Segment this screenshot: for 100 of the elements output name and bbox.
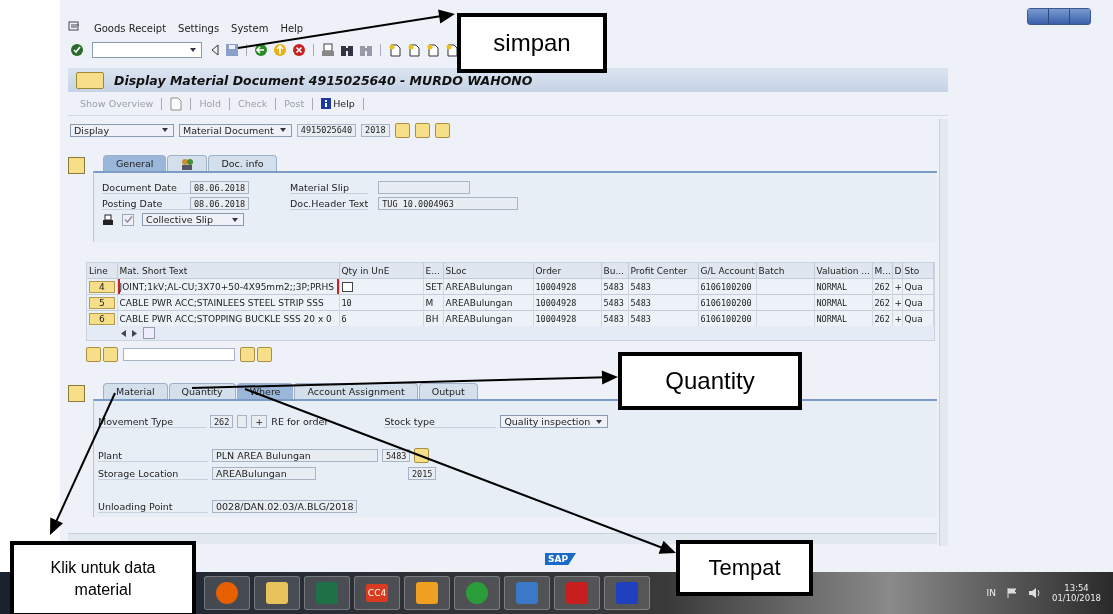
clock-date[interactable]: 01/10/2018 (1052, 593, 1101, 603)
table-cell: AREABulungan (445, 297, 513, 308)
popup-icon[interactable] (341, 281, 353, 292)
taskbar-app-button[interactable] (204, 576, 250, 610)
taskbar-app-button[interactable] (404, 576, 450, 610)
action-dropdown[interactable]: Display (70, 123, 174, 137)
column-header[interactable]: Profit Center (628, 263, 698, 279)
tab[interactable]: Output (418, 383, 478, 399)
speaker-icon[interactable] (1028, 587, 1042, 599)
movement-type-field[interactable]: 262 (210, 415, 234, 428)
row-button[interactable]: 6 (89, 312, 115, 325)
column-header[interactable]: Batch (756, 263, 814, 279)
plant-code-field[interactable]: 5483 (382, 449, 411, 462)
find-button[interactable] (414, 122, 430, 138)
row-button[interactable]: 4 (89, 280, 115, 293)
row-button[interactable]: 5 (89, 296, 115, 309)
movement-type-text: RE for order (271, 416, 329, 427)
language-indicator[interactable]: IN (986, 588, 996, 598)
posting-date-field[interactable]: 08.06.2018 (190, 197, 250, 210)
column-header[interactable]: Mat. Short Text (117, 263, 339, 279)
column-header[interactable]: Sto (902, 263, 933, 279)
execute-button[interactable] (394, 122, 410, 138)
help-button[interactable]: Help (321, 98, 355, 109)
year-field[interactable]: 2018 (361, 123, 390, 137)
column-header[interactable]: Qty in UnE (339, 263, 423, 279)
app-icon (266, 582, 288, 604)
menu-item[interactable]: Help (280, 23, 304, 34)
back-triangle-icon[interactable] (210, 44, 220, 56)
column-header[interactable]: Order (533, 263, 601, 279)
info-icon (321, 98, 332, 109)
special-stock-field[interactable] (237, 415, 248, 428)
document-date-field[interactable]: 08.06.2018 (190, 181, 250, 194)
find-icon[interactable] (340, 43, 354, 57)
page-icon[interactable] (445, 43, 459, 57)
maximize-button[interactable] (1049, 9, 1070, 24)
save-icon[interactable] (225, 43, 239, 57)
command-field[interactable] (92, 42, 202, 58)
field-label: Storage Location (98, 467, 208, 480)
tab[interactable]: General (103, 155, 167, 171)
menu-icon[interactable] (68, 21, 82, 33)
tab[interactable]: Material (103, 383, 168, 399)
print-version-dropdown[interactable]: Collective Slip (142, 213, 244, 226)
column-header[interactable]: Valuation ... (814, 263, 872, 279)
partner-tab[interactable] (167, 155, 208, 171)
taskbar-app-button[interactable] (454, 576, 500, 610)
column-header[interactable]: G/L Account (698, 263, 756, 279)
print-checkbox[interactable] (122, 213, 134, 226)
screen-menu-button[interactable] (76, 71, 104, 89)
horizontal-scrollbar[interactable] (68, 533, 937, 544)
table-cell: 10004928 (535, 297, 577, 308)
back-icon[interactable] (254, 43, 268, 57)
close-button[interactable] (1070, 9, 1090, 24)
column-header[interactable]: D (892, 263, 902, 279)
storage-location-code-field[interactable]: 2015 (408, 467, 437, 480)
enter-icon[interactable] (70, 43, 84, 57)
column-header[interactable]: E... (423, 263, 443, 279)
find-button[interactable] (240, 347, 255, 362)
taskbar-app-button[interactable]: CC4 (354, 576, 400, 610)
clock-time[interactable]: 13:54 (1064, 583, 1089, 593)
menu-item[interactable]: System (231, 23, 269, 34)
app-icon (566, 582, 588, 604)
table-cell: 5483 (603, 313, 624, 324)
storage-location-name-field[interactable]: AREABulungan (212, 467, 316, 480)
find-next-icon[interactable] (359, 43, 373, 57)
document-number-field[interactable]: 4915025640 (296, 123, 357, 137)
collapse-button[interactable] (68, 385, 85, 402)
material-slip-field[interactable] (378, 181, 471, 194)
column-header[interactable]: M... (872, 263, 892, 279)
menu-item[interactable]: Settings (178, 23, 220, 34)
object-dropdown[interactable]: Material Document (179, 123, 292, 137)
tab[interactable]: Doc. info (208, 155, 277, 171)
cancel-icon[interactable] (292, 43, 306, 57)
flag-icon[interactable] (1006, 587, 1018, 599)
field-label: Plant (98, 449, 208, 462)
doc-header-text-field[interactable]: TUG 10.0004963 (378, 197, 519, 210)
tab[interactable]: Quantity (168, 383, 236, 399)
scroll-thumb[interactable] (143, 327, 155, 339)
filter-button[interactable] (103, 347, 118, 362)
table-cell: 6106100200 (700, 297, 752, 308)
scroll-right-icon[interactable] (132, 329, 137, 337)
plant-name-field[interactable]: PLN AREA Bulungan (212, 449, 378, 462)
taskbar-app-button[interactable] (254, 576, 300, 610)
find-next-button[interactable] (257, 347, 272, 362)
minimize-button[interactable] (1028, 9, 1049, 24)
vertical-scrollbar[interactable] (938, 119, 948, 546)
column-header[interactable]: Bu... (601, 263, 628, 279)
table-cell: + (894, 313, 901, 324)
unloading-point-field[interactable]: 0028/DAN.02.03/A.BLG/2018 (212, 500, 358, 513)
collapse-button[interactable] (68, 157, 85, 174)
stock-type-dropdown[interactable]: Quality inspection (500, 415, 609, 428)
sort-button[interactable] (86, 347, 101, 362)
column-header[interactable]: Line (87, 263, 117, 279)
print-icon[interactable] (321, 43, 335, 57)
menu-item[interactable]: Goods Receipt (94, 23, 167, 34)
scroll-left-icon[interactable] (121, 329, 126, 337)
search-field[interactable] (123, 348, 235, 361)
layout-button[interactable] (434, 122, 450, 138)
exit-icon[interactable] (273, 43, 287, 57)
column-header[interactable]: SLoc (443, 263, 533, 279)
indicator-field[interactable]: + (251, 415, 268, 428)
